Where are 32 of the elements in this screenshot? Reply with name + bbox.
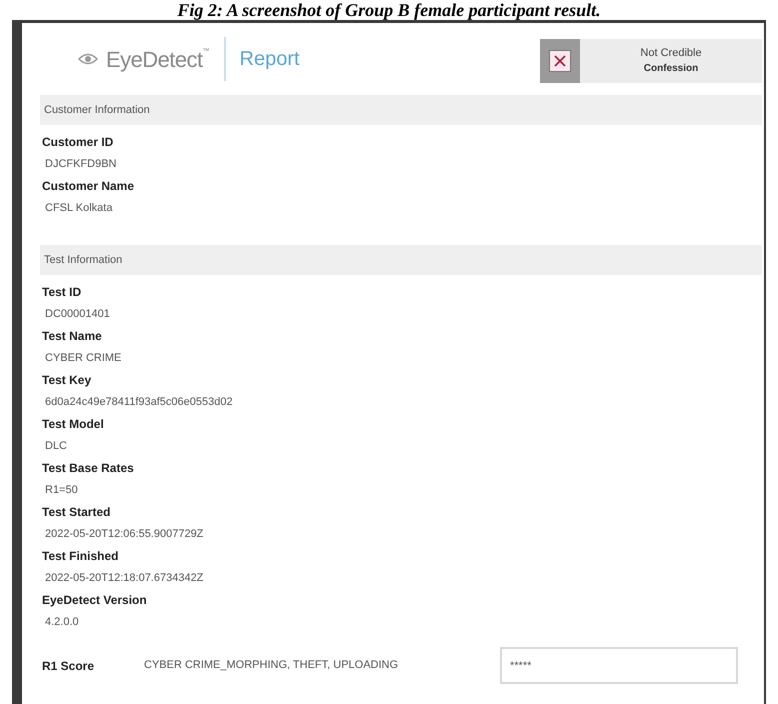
field-value: DLC xyxy=(44,439,68,454)
field-value: 6d0a24c49e78411f93af5c06e0553d02 xyxy=(44,395,234,410)
field-label: Test Finished xyxy=(42,548,120,565)
field-label: Customer Name xyxy=(42,178,136,195)
report-title: Report xyxy=(240,47,300,72)
field-value: CFSL Kolkata xyxy=(44,201,114,216)
field-value: 2022-05-20T12:18:07.6734342Z xyxy=(44,571,204,586)
brand-name: EyeDetect xyxy=(106,46,203,74)
verdict-result: Not Credible xyxy=(640,46,702,61)
section-title: Customer Information xyxy=(44,102,150,118)
score-label: R1 Score xyxy=(42,658,96,674)
field-label: Test Key xyxy=(42,372,92,389)
field-label: EyeDetect Version xyxy=(42,592,148,609)
field-value: R1=50 xyxy=(44,483,79,498)
score-field[interactable]: ***** xyxy=(500,647,738,684)
field-label: Test Base Rates xyxy=(42,460,135,477)
field-label: Test Name xyxy=(42,328,103,345)
field-label: Test ID xyxy=(42,284,82,301)
figure-caption: Fig 2: A screenshot of Group B female participant result. xyxy=(177,0,601,20)
field-value: CYBER CRIME xyxy=(44,351,122,366)
section-title: Test Information xyxy=(44,252,122,268)
eye-icon xyxy=(78,53,98,65)
field-value: 4.2.0.0 xyxy=(44,615,80,630)
field-label: Customer ID xyxy=(42,134,114,151)
verdict-type: Confession xyxy=(644,62,698,76)
score-topics: CYBER CRIME_MORPHING, THEFT, UPLOADING xyxy=(144,658,400,674)
field-value: 2022-05-20T12:06:55.9007729Z xyxy=(44,527,204,542)
field-label: Test Model xyxy=(42,416,105,433)
field-value: DJCFKFD9BN xyxy=(44,157,118,172)
field-value: DC00001401 xyxy=(44,307,111,322)
close-icon xyxy=(549,50,571,72)
field-label: Test Started xyxy=(42,504,112,521)
